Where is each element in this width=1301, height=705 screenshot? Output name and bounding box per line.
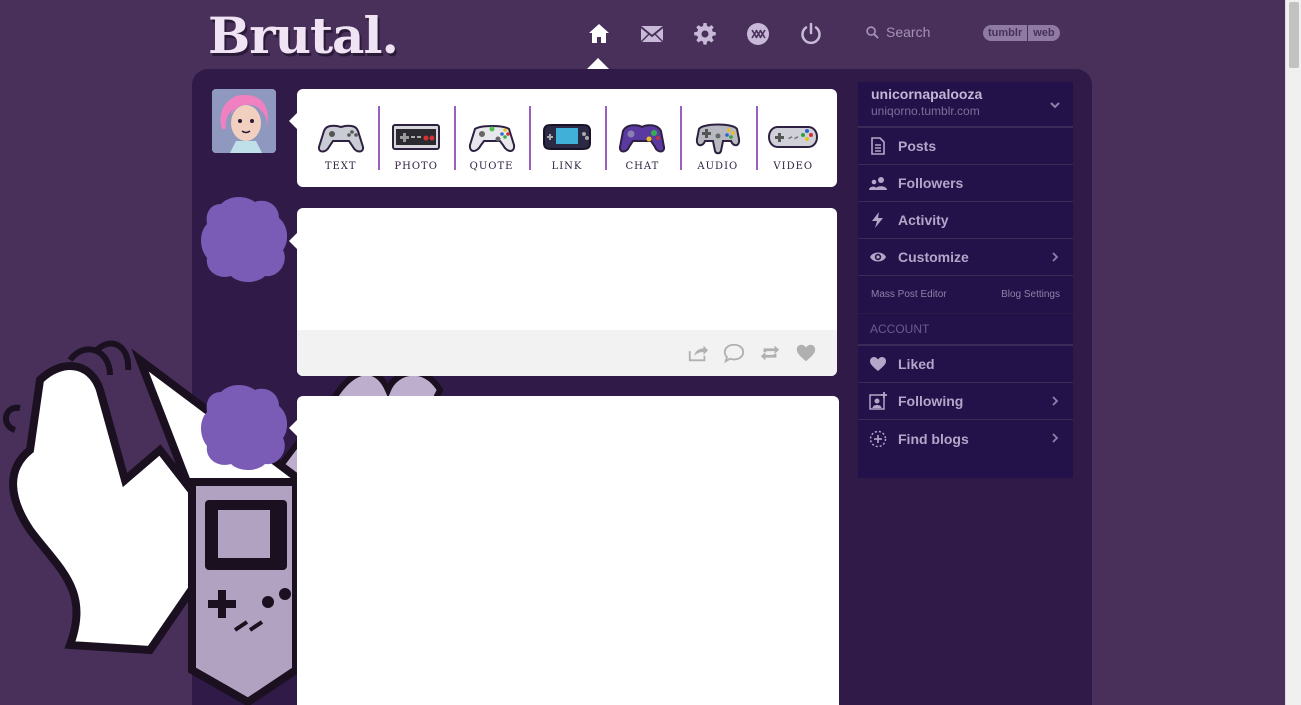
- post-type-label: QUOTE: [469, 161, 514, 172]
- xbox-controller-icon: [468, 125, 515, 152]
- scrollbar-thumb[interactable]: [1289, 2, 1299, 68]
- new-post-box: TEXT PHOTO QUOTE LINK CHAT AUDIO VIDEO: [297, 89, 837, 187]
- sidebar-item-customize[interactable]: Customize: [858, 239, 1073, 276]
- tumblr-web-badge[interactable]: tumblr web: [983, 25, 1060, 41]
- sidebar-item-following[interactable]: Following: [858, 383, 1073, 420]
- chevron-right-icon: [1052, 252, 1059, 262]
- heart-icon: [870, 357, 886, 371]
- sidebar: unicornapalooza uniqorno.tumblr.com Post…: [858, 82, 1073, 478]
- badge-tumblr: tumblr: [983, 25, 1028, 41]
- blog-name: unicornapalooza: [871, 86, 983, 102]
- badge-web: web: [1027, 25, 1060, 41]
- search-icon: [866, 25, 879, 39]
- search-input[interactable]: [886, 24, 976, 40]
- post-pointer: [289, 233, 297, 249]
- post-type-video[interactable]: VIDEO: [755, 98, 831, 178]
- account-heading: ACCOUNT: [858, 314, 1073, 346]
- post-type-chat[interactable]: CHAT: [604, 98, 680, 178]
- reblog-icon[interactable]: [759, 342, 781, 364]
- post-type-label: AUDIO: [697, 161, 739, 172]
- xkit-button[interactable]: [744, 20, 772, 48]
- gameboy-advance-icon: [542, 124, 591, 150]
- home-button[interactable]: [585, 20, 613, 48]
- page-scrollbar[interactable]: [1285, 0, 1301, 705]
- sidebar-item-label: Followers: [898, 175, 964, 191]
- xkit-icon: [747, 23, 769, 45]
- post-type-label: LINK: [551, 161, 583, 172]
- post-type-audio[interactable]: AUDIO: [680, 98, 755, 178]
- sidebar-item-label: Posts: [898, 138, 937, 154]
- sidebar-item-label: Liked: [898, 356, 935, 372]
- chevron-down-icon: [1050, 102, 1060, 109]
- sidebar-item-label: Customize: [898, 249, 969, 265]
- gamecube-controller-icon: [619, 124, 666, 153]
- post-type-label: PHOTO: [394, 161, 438, 172]
- messages-button[interactable]: [638, 20, 666, 48]
- home-icon: [589, 24, 609, 43]
- brutal-logo[interactable]: Brutal.: [208, 6, 399, 65]
- post-type-quote[interactable]: QUOTE: [453, 98, 529, 178]
- like-heart-icon[interactable]: [795, 342, 817, 364]
- post-type-label: CHAT: [625, 161, 660, 172]
- post-type-photo[interactable]: PHOTO: [378, 98, 453, 178]
- add-person-icon: [869, 392, 887, 410]
- post-avatar-placeholder-icon: [201, 385, 287, 470]
- chevron-right-icon: [1052, 433, 1059, 443]
- document-icon: [871, 137, 885, 155]
- avatar-portrait-icon: [212, 89, 276, 153]
- blog-settings-link[interactable]: Blog Settings: [1001, 289, 1060, 300]
- nes-controller-icon: [392, 124, 441, 150]
- post-avatar-placeholder-icon: [201, 197, 287, 282]
- post-type-link[interactable]: LINK: [529, 98, 604, 178]
- reply-icon[interactable]: [723, 342, 745, 364]
- ps-controller-icon: [317, 124, 364, 153]
- sidebar-item-posts[interactable]: Posts: [858, 128, 1073, 165]
- eye-icon: [870, 252, 886, 262]
- post-type-text[interactable]: TEXT: [303, 98, 378, 178]
- post-pointer: [289, 420, 297, 436]
- user-avatar[interactable]: [212, 89, 276, 153]
- lightning-icon: [872, 212, 883, 228]
- search-box[interactable]: [866, 24, 976, 40]
- mass-post-editor-link[interactable]: Mass Post Editor: [871, 289, 947, 300]
- post-type-label: TEXT: [324, 161, 357, 172]
- sidebar-item-find-blogs[interactable]: Find blogs: [858, 420, 1073, 457]
- snes-controller-icon: [768, 126, 819, 148]
- compass-icon: [869, 430, 887, 447]
- sidebar-item-label: Find blogs: [898, 430, 969, 447]
- logout-button[interactable]: [797, 20, 825, 48]
- settings-button[interactable]: [691, 20, 719, 48]
- sidebar-item-label: Activity: [898, 212, 949, 228]
- feed-post-2: [297, 396, 839, 705]
- sidebar-item-activity[interactable]: Activity: [858, 202, 1073, 239]
- sidebar-item-liked[interactable]: Liked: [858, 346, 1073, 383]
- feed-post-1: [297, 208, 837, 376]
- n64-controller-icon: [695, 123, 740, 155]
- share-icon[interactable]: [687, 342, 709, 364]
- sidebar-item-label: Following: [898, 393, 964, 409]
- power-icon: [801, 22, 821, 45]
- sidebar-item-followers[interactable]: Followers: [858, 165, 1073, 202]
- chevron-right-icon: [1052, 396, 1059, 406]
- gear-icon: [694, 23, 716, 45]
- post-box-pointer: [289, 113, 297, 129]
- people-icon: [869, 177, 887, 190]
- mail-icon: [640, 26, 664, 43]
- post-footer: [297, 330, 837, 376]
- blog-switcher[interactable]: unicornapalooza uniqorno.tumblr.com: [858, 82, 1073, 128]
- blog-sub-links: Mass Post Editor Blog Settings: [858, 276, 1073, 314]
- post-type-label: VIDEO: [773, 161, 814, 172]
- blog-url: uniqorno.tumblr.com: [871, 104, 980, 118]
